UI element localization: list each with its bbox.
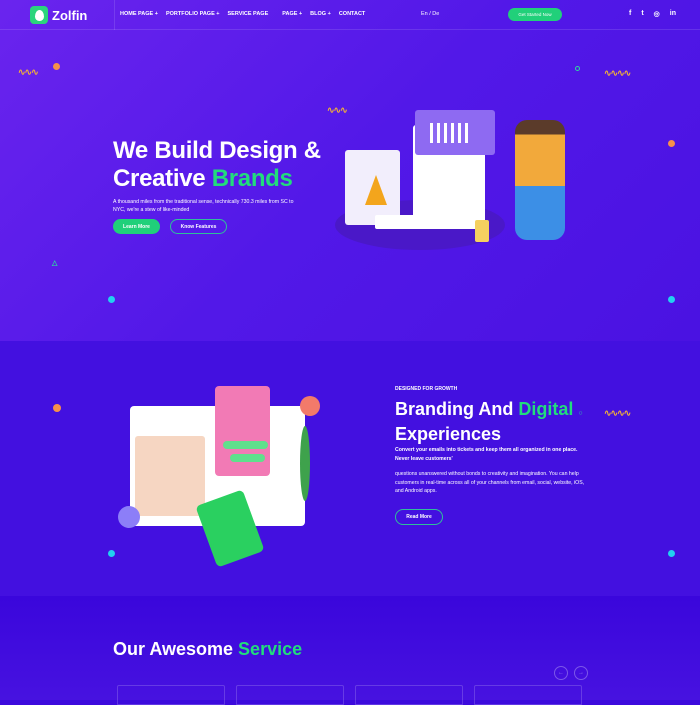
hero-text: A thousand miles from the traditional se… (113, 199, 294, 213)
nav-service[interactable]: SERVICE PAGE (227, 11, 268, 17)
navbar: Zolfin HOME PAGE + PORTFOLIO PAGE + SERV… (0, 0, 700, 30)
nav-portfolio[interactable]: PORTFOLIO PAGE + (166, 11, 220, 17)
hero-section: Zolfin HOME PAGE + PORTFOLIO PAGE + SERV… (0, 0, 700, 341)
services-title: Our Awesome Service (113, 639, 303, 659)
get-started-button[interactable]: Get Started Now (508, 8, 562, 21)
main-menu: HOME PAGE + PORTFOLIO PAGE + SERVICE PAG… (120, 11, 365, 17)
dot-decoration (53, 63, 60, 70)
facebook-icon[interactable]: f (629, 10, 631, 18)
dot-decoration (668, 140, 675, 147)
nav-contact[interactable]: CONTACT (339, 11, 365, 17)
divider (114, 0, 115, 30)
learn-more-button[interactable]: Learn More (113, 219, 160, 234)
service-card[interactable] (474, 685, 582, 705)
services-section (0, 596, 700, 700)
logo[interactable]: Zolfin (30, 6, 87, 24)
service-card[interactable] (355, 685, 463, 705)
triangle-decoration: △ (52, 260, 57, 267)
instagram-icon[interactable]: ◎ (654, 10, 660, 18)
twitter-icon[interactable]: t (641, 10, 643, 18)
circle-decoration (575, 66, 580, 71)
service-card[interactable] (236, 685, 344, 705)
social-links: f t ◎ in (629, 10, 676, 18)
read-more-button[interactable]: Read More (395, 509, 443, 525)
branding-lead: Convert your emails into tickets and kee… (395, 447, 578, 462)
zigzag-decoration: ∿∿∿ (18, 67, 39, 77)
branding-illustration (110, 386, 340, 568)
hero-title: We Build Design & Creative Brands (113, 137, 321, 192)
dot-decoration (668, 550, 675, 557)
dot-decoration (108, 296, 115, 303)
hero-illustration (335, 105, 585, 265)
zigzag-decoration: ∿∿∿∿ (604, 68, 631, 78)
dot-decoration (53, 404, 61, 412)
zigzag-decoration: ∿∿∿∿ (604, 408, 631, 418)
nav-home[interactable]: HOME PAGE + (120, 11, 158, 17)
dot-decoration (108, 550, 115, 557)
brand-name: Zolfin (52, 7, 88, 23)
know-features-button[interactable]: Know Features (170, 219, 227, 234)
linkedin-icon[interactable]: in (670, 10, 676, 18)
branding-text: questions unanswered without bonds to cr… (395, 471, 585, 494)
logo-icon (30, 6, 48, 24)
language-switch[interactable]: En / De (421, 11, 439, 17)
section-eyebrow: DESIGNED FOR GROWTH (395, 386, 458, 392)
prev-arrow-button[interactable]: ← (554, 666, 568, 680)
nav-page[interactable]: PAGE + (282, 11, 302, 17)
service-card[interactable] (117, 685, 225, 705)
next-arrow-button[interactable]: → (574, 666, 588, 680)
branding-title: Branding And Digital ○ Experiences (395, 399, 583, 444)
branding-section: ∿∿∿∿ (0, 341, 700, 596)
zigzag-decoration: ∿∿∿ (327, 105, 348, 115)
nav-blog[interactable]: BLOG + (310, 11, 331, 17)
dot-decoration (668, 296, 675, 303)
